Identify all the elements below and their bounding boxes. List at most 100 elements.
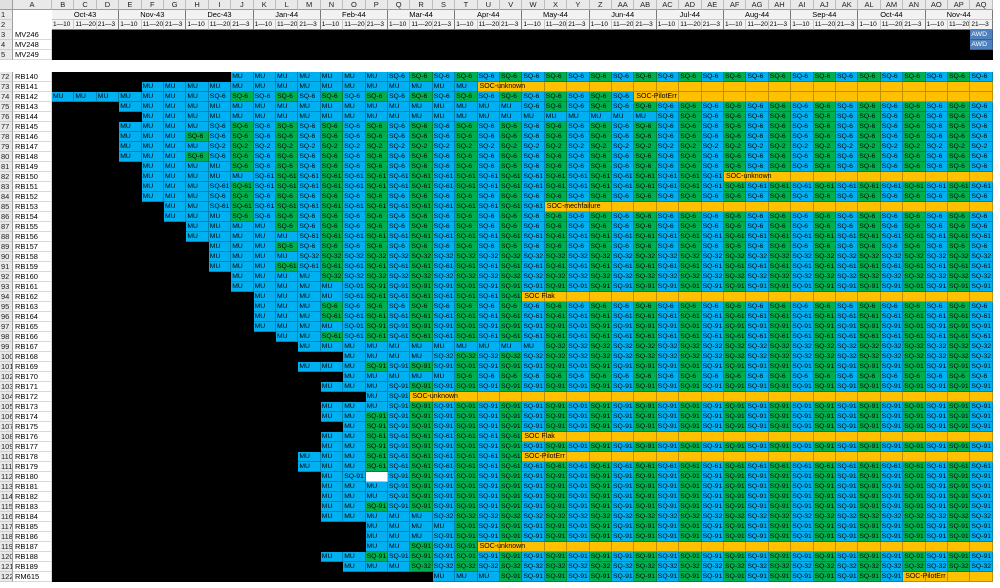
squadron-cell[interactable]: SQ-91 [589,382,612,392]
squadron-cell[interactable]: SQ-6 [925,112,948,122]
mu-cell[interactable]: MU [298,342,321,352]
blank-cell[interactable] [96,282,120,292]
squadron-cell[interactable]: SQ-91 [522,362,545,372]
squadron-cell[interactable]: SQ-61 [365,312,388,322]
row-header[interactable]: 104 [0,392,13,402]
squadron-cell[interactable]: SQ-6 [746,102,769,112]
squadron-cell[interactable]: SQ-6 [567,102,590,112]
mu-cell[interactable]: MU [432,82,456,92]
row-label[interactable]: RB147 [13,142,52,152]
squadron-cell[interactable]: SQ-91 [724,552,747,562]
squadron-cell[interactable]: SQ-6 [231,152,254,162]
squadron-cell[interactable]: SQ-91 [477,402,500,412]
squadron-cell[interactable]: SQ-61 [410,182,433,192]
mu-cell[interactable]: MU [410,372,433,382]
blank-cell[interactable] [141,222,164,232]
squadron-cell[interactable]: SQ-91 [455,422,478,432]
squadron-cell[interactable]: SQ-61 [500,232,523,242]
mu-cell[interactable]: MU [320,552,344,562]
squadron-cell[interactable]: SQ-6 [455,242,478,252]
blank-cell[interactable] [74,112,97,122]
blank-cell[interactable] [276,432,299,442]
mu-cell[interactable]: MU [164,92,187,102]
blank-cell[interactable] [119,252,142,262]
squadron-cell[interactable]: SQ-61 [500,202,523,212]
squadron-cell[interactable]: SQ-61 [948,312,971,322]
squadron-cell[interactable]: SQ-91 [791,382,814,392]
mu-cell[interactable]: MU [320,342,344,352]
row-label[interactable]: RB148 [13,152,52,162]
squadron-cell[interactable]: SQ-91 [903,472,926,482]
row-label[interactable]: RB161 [13,282,52,292]
squadron-cell[interactable]: SQ-32 [724,272,747,282]
blank-cell[interactable] [119,292,142,302]
squadron-cell[interactable]: SQ-61 [544,232,568,242]
blank-cell[interactable] [52,472,75,482]
squadron-cell[interactable]: SQ-91 [388,502,411,512]
squadron-cell[interactable]: SQ-6 [343,92,366,102]
squadron-cell[interactable]: SQ-61 [701,462,724,472]
squadron-cell[interactable]: SQ-61 [522,182,545,192]
squadron-cell[interactable]: SQ-91 [858,322,881,332]
mu-cell[interactable]: MU [432,522,456,532]
squadron-cell[interactable]: SQ-91 [903,442,926,452]
squadron-cell[interactable]: SQ-6 [746,242,769,252]
mu-cell[interactable]: MU [455,102,478,112]
squadron-cell[interactable]: SQ-6 [477,242,500,252]
squadron-cell[interactable]: SQ-61 [903,312,926,322]
mu-cell[interactable]: MU [253,82,276,92]
squadron-cell[interactable]: SQ-91 [634,422,657,432]
soc-cell[interactable] [813,542,836,552]
soc-cell[interactable] [925,432,948,442]
squadron-cell[interactable]: SQ-61 [522,172,545,182]
squadron-cell[interactable]: SQ-91 [746,412,769,422]
squadron-cell[interactable]: SQ-6 [589,122,612,132]
squadron-cell[interactable]: SQ-91 [567,502,590,512]
squadron-cell[interactable]: SQ-91 [679,282,702,292]
squadron-cell[interactable]: SQ-6 [813,242,836,252]
squadron-cell[interactable]: SQ-91 [500,522,523,532]
squadron-cell[interactable]: SQ-91 [567,322,590,332]
soc-cell[interactable] [880,82,904,92]
squadron-cell[interactable]: SQ-6 [813,72,836,82]
squadron-cell[interactable]: SQ-91 [903,552,926,562]
squadron-cell[interactable]: SQ-91 [656,422,680,432]
squadron-cell[interactable]: SQ-6 [455,152,478,162]
mu-cell[interactable]: MU [320,82,344,92]
squadron-cell[interactable]: SQ-61 [388,182,411,192]
squadron-cell[interactable]: SQ-32 [656,512,680,522]
squadron-cell[interactable]: SQ-6 [343,242,366,252]
blank-cell[interactable] [208,392,232,402]
squadron-cell[interactable]: SQ-91 [768,522,792,532]
squadron-cell[interactable]: SQ-6 [522,72,545,82]
mu-cell[interactable]: MU [276,102,299,112]
squadron-cell[interactable]: SQ-91 [343,282,366,292]
squadron-cell[interactable]: SQ-91 [791,492,814,502]
mu-cell[interactable]: MU [320,112,344,122]
squadron-cell[interactable]: SQ-91 [567,572,590,582]
squadron-cell[interactable]: SQ-91 [656,572,680,582]
squadron-cell[interactable]: SQ-91 [656,282,680,292]
blank-cell[interactable] [96,462,120,472]
squadron-cell[interactable]: SQ-6 [858,112,881,122]
squadron-cell[interactable]: SQ-32 [746,272,769,282]
squadron-cell[interactable]: SQ-32 [365,252,388,262]
squadron-cell[interactable]: SQ-91 [701,482,724,492]
squadron-cell[interactable]: SQ-91 [634,382,657,392]
squadron-cell[interactable]: SQ-6 [432,92,456,102]
squadron-cell[interactable]: SQ-91 [836,482,859,492]
squadron-cell[interactable]: SQ-91 [477,492,500,502]
squadron-cell[interactable]: SQ-91 [768,362,792,372]
soc-cell[interactable] [813,452,836,462]
squadron-cell[interactable]: SQ-61 [298,202,321,212]
squadron-cell[interactable]: SQ-91 [858,282,881,292]
squadron-cell[interactable]: SQ-61 [432,452,456,462]
blank-cell[interactable] [141,502,164,512]
squadron-cell[interactable]: SQ-32 [768,252,792,262]
squadron-cell[interactable]: SQ-91 [477,412,500,422]
squadron-cell[interactable]: SQ-32 [724,252,747,262]
blank-cell[interactable] [96,132,120,142]
squadron-cell[interactable]: SQ-91 [858,532,881,542]
squadron-cell[interactable]: SQ-91 [813,502,836,512]
squadron-cell[interactable]: SQ-91 [813,412,836,422]
